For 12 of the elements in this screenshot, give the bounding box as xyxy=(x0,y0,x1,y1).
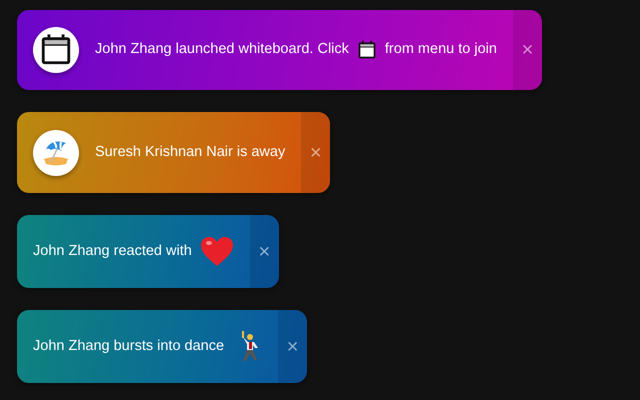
notification-text: Suresh Krishnan Nair is away xyxy=(95,142,286,162)
notification-text: from menu to join xyxy=(384,40,497,60)
close-button[interactable]: × xyxy=(512,10,542,90)
notification-text: John Zhang launched whiteboard. Click xyxy=(95,40,349,60)
notification-text: John Zhang bursts into dance xyxy=(33,336,224,356)
close-button[interactable]: × xyxy=(278,310,308,383)
calendar-icon xyxy=(39,33,73,67)
heart-icon xyxy=(200,236,234,268)
close-button[interactable]: × xyxy=(250,215,279,288)
notification-text: John Zhang reacted with xyxy=(33,242,192,261)
close-button[interactable]: × xyxy=(301,112,330,193)
calendar-icon xyxy=(356,40,377,60)
